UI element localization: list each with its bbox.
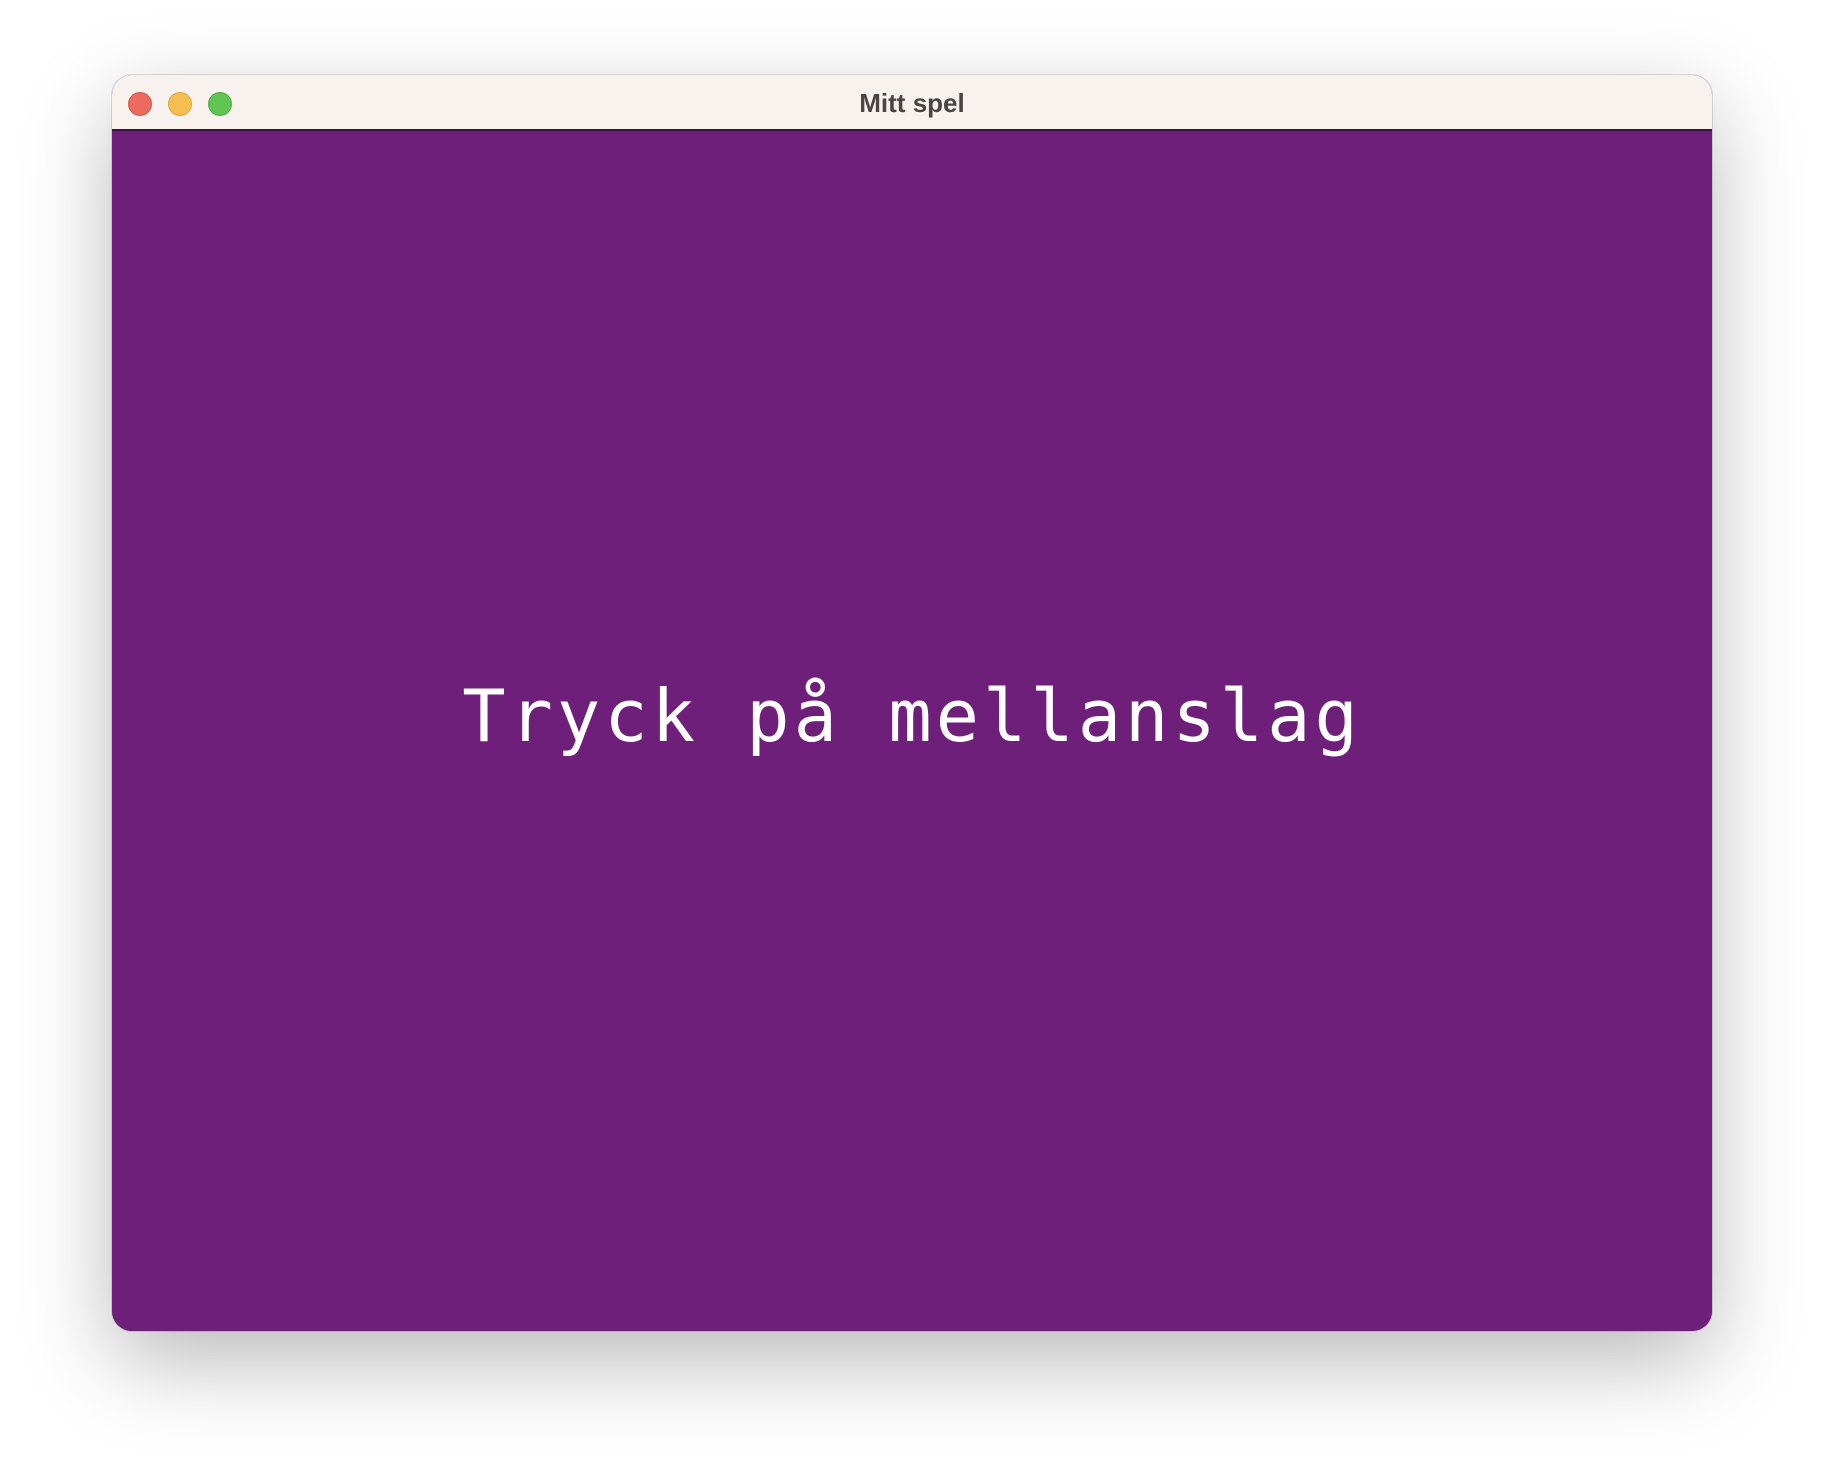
- game-canvas[interactable]: Tryck på mellanslag: [112, 131, 1712, 1331]
- window-title: Mitt spel: [859, 88, 965, 118]
- game-window: Mitt spel Tryck på mellanslag: [112, 75, 1712, 1331]
- start-prompt-text: Tryck på mellanslag: [462, 674, 1362, 758]
- title-bar[interactable]: Mitt spel: [112, 75, 1712, 131]
